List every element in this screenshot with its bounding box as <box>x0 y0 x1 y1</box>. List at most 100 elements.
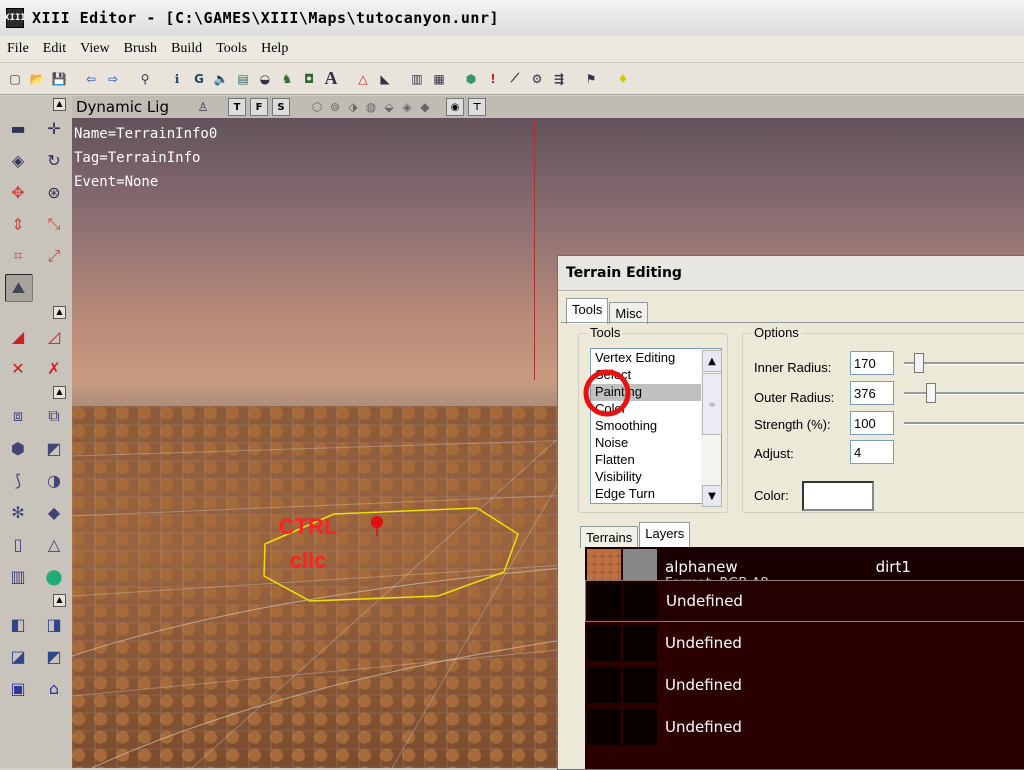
toggle-t-button[interactable]: T <box>228 98 246 116</box>
curved-stairs-icon[interactable]: ◑ <box>41 467 67 493</box>
dynamic-light-icon[interactable]: ◈ <box>399 99 415 115</box>
depth-icon[interactable]: ◆ <box>417 99 433 115</box>
network-icon[interactable]: ⚙ <box>528 70 546 88</box>
rotate-icon[interactable]: ◈ <box>5 147 31 173</box>
actor-icon[interactable]: ♞ <box>278 70 296 88</box>
build-geometry-icon[interactable]: ◣ <box>376 70 394 88</box>
scroll-thumb[interactable]: ≡ <box>702 373 722 435</box>
table-row[interactable]: Undefined <box>585 623 1024 663</box>
view-eye-icon[interactable]: ◉ <box>446 98 464 116</box>
settings-icon[interactable]: ⇶ <box>550 70 568 88</box>
texture-pan-icon[interactable]: ⤢ <box>41 243 67 269</box>
play-icon[interactable]: ⚑ <box>582 70 600 88</box>
camera-icon[interactable]: ▬ <box>5 115 31 141</box>
scroll-up-icon[interactable]: ▲ <box>702 350 722 372</box>
strength-input[interactable] <box>850 411 894 435</box>
minimize-icon[interactable]: ▲ <box>53 593 66 607</box>
static-mesh-icon[interactable]: ◘ <box>300 70 318 88</box>
outer-radius-slider-track[interactable] <box>904 392 1024 395</box>
menu-edit[interactable]: Edit <box>36 41 73 57</box>
spiral-stairs-icon[interactable]: ⟆ <box>5 467 31 493</box>
vertex-icon[interactable]: ⌗ <box>5 243 31 269</box>
csg-deintersect-icon[interactable]: ◩ <box>41 643 67 669</box>
cube-builder-icon[interactable]: ⧈ <box>5 403 31 429</box>
terrain-icon[interactable]: △ <box>354 70 372 88</box>
brush-clip-split-icon[interactable]: ◿ <box>41 323 67 349</box>
save-icon[interactable]: 💾 <box>50 70 68 88</box>
group-icon[interactable]: G <box>190 70 208 88</box>
add-mover-icon[interactable]: ▣ <box>5 675 31 701</box>
minimize-icon[interactable]: ▲ <box>53 305 66 319</box>
shear-icon[interactable]: ⤡ <box>41 211 67 237</box>
menu-help[interactable]: Help <box>254 41 295 57</box>
minimize-icon[interactable]: ▲ <box>53 385 66 399</box>
scale-axial-icon[interactable]: ⊛ <box>41 179 67 205</box>
paths-icon[interactable]: ⟋ <box>506 70 524 88</box>
adjust-input[interactable] <box>850 440 894 464</box>
table-row[interactable]: Undefined <box>585 580 1024 622</box>
tab-tools[interactable]: Tools <box>566 298 609 324</box>
csg-add-icon[interactable]: ◧ <box>5 611 31 637</box>
info-icon[interactable]: ℹ <box>168 70 186 88</box>
undo-icon[interactable]: ⇦ <box>82 70 100 88</box>
stretch-icon[interactable]: ⇕ <box>5 211 31 237</box>
cone-icon[interactable]: △ <box>41 531 67 557</box>
table-row[interactable]: Undefined <box>585 707 1024 747</box>
tab-misc[interactable]: Misc <box>609 302 649 324</box>
terrain-mode-icon[interactable]: ⛰ <box>4 274 33 302</box>
cylinder-icon[interactable]: ⬢ <box>5 435 31 461</box>
strength-slider-track[interactable] <box>904 422 1024 425</box>
outer-radius-slider-thumb[interactable] <box>926 383 936 403</box>
minimize-icon[interactable]: ▲ <box>53 97 66 111</box>
toggle-s-button[interactable]: S <box>272 98 290 116</box>
volumetric-icon[interactable]: ▥ <box>5 563 31 589</box>
toggle-f-button[interactable]: F <box>250 98 268 116</box>
menu-view[interactable]: View <box>73 41 116 57</box>
pin-icon[interactable]: ⊤ <box>468 98 486 116</box>
menu-tools[interactable]: Tools <box>209 41 254 57</box>
menu-build[interactable]: Build <box>164 41 209 57</box>
zones-icon[interactable]: ⊚ <box>327 99 343 115</box>
rotate-free-icon[interactable]: ↻ <box>41 147 67 173</box>
lighting-icon[interactable]: ◍ <box>363 99 379 115</box>
inner-radius-input[interactable] <box>850 351 894 375</box>
stairs-icon[interactable]: ◩ <box>41 435 67 461</box>
outer-radius-input[interactable] <box>850 381 894 405</box>
sheet-builder-icon[interactable]: ⧉ <box>41 403 67 429</box>
inner-radius-slider-thumb[interactable] <box>914 353 924 373</box>
find-icon[interactable]: ⚲ <box>136 70 154 88</box>
cylinder-builder-icon[interactable]: ▯ <box>5 531 31 557</box>
build-all-icon[interactable]: ⬢ <box>462 70 480 88</box>
delete-clip-icon[interactable]: ✗ <box>41 355 67 381</box>
color-swatch[interactable] <box>802 481 874 511</box>
flat-icon[interactable]: ⬙ <box>381 99 397 115</box>
add-special-icon[interactable]: ⌂ <box>41 675 67 701</box>
flip-icon[interactable]: ✕ <box>5 355 31 381</box>
rebuild-icon[interactable]: ! <box>484 70 502 88</box>
open-icon[interactable]: 📂 <box>28 70 46 88</box>
tab-terrains[interactable]: Terrains <box>580 526 639 548</box>
font-icon[interactable]: A <box>322 68 340 88</box>
table-row[interactable]: Undefined <box>585 665 1024 705</box>
scale-icon[interactable]: ✥ <box>5 179 31 205</box>
build-lighting-icon[interactable]: ▥ <box>408 70 426 88</box>
redo-icon[interactable]: ⇨ <box>104 70 122 88</box>
build-paths-icon[interactable]: ▦ <box>430 70 448 88</box>
brush-clip-icon[interactable]: ◢ <box>5 323 31 349</box>
new-icon[interactable]: ▢ <box>6 70 24 88</box>
plane-icon[interactable]: ◆ <box>41 499 67 525</box>
csg-intersect-icon[interactable]: ◪ <box>5 643 31 669</box>
textured-icon[interactable]: ⬗ <box>345 99 361 115</box>
move-icon[interactable]: ✛ <box>41 115 67 141</box>
tab-layers[interactable]: Layers <box>639 522 691 548</box>
scroll-down-icon[interactable]: ▼ <box>702 485 722 507</box>
texture-icon[interactable]: ▤ <box>234 70 252 88</box>
viewport-mode-label[interactable]: Dynamic Lig <box>72 98 194 116</box>
tetra-icon[interactable]: ✻ <box>5 499 31 525</box>
layers-list[interactable]: alphanew Format: RGB A8 dirt1 Undefined … <box>585 547 1024 769</box>
menu-file[interactable]: File <box>0 41 36 57</box>
tools-scrollbar[interactable]: ▲ ≡ ▼ <box>701 349 722 507</box>
lightbulb-icon[interactable]: ♦ <box>614 70 632 88</box>
mesh-icon[interactable]: ◒ <box>256 70 274 88</box>
csg-subtract-icon[interactable]: ◨ <box>41 611 67 637</box>
